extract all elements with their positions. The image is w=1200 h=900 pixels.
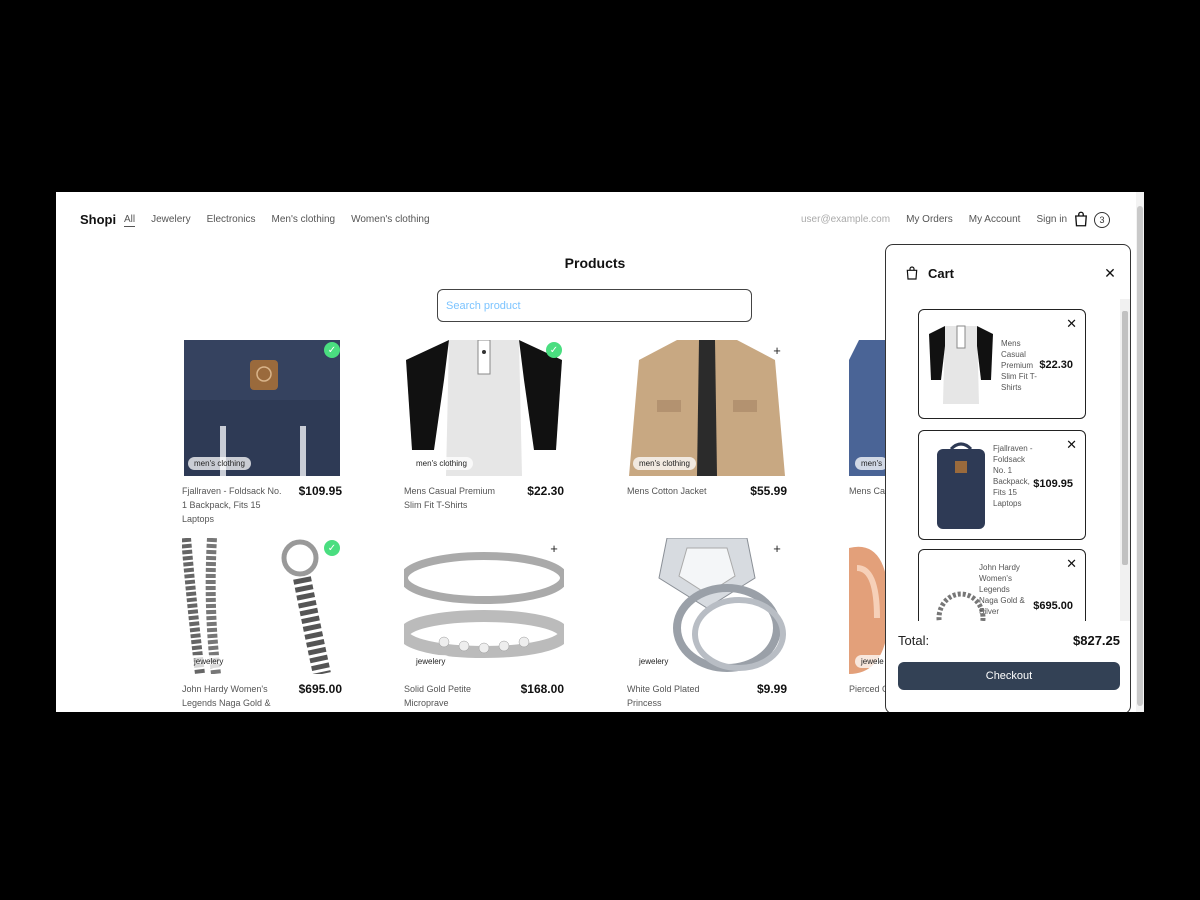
- cart-count-badge: 3: [1094, 212, 1110, 228]
- brand-logo[interactable]: Shopi: [80, 212, 116, 227]
- close-icon[interactable]: ✕: [1102, 265, 1118, 281]
- product-image: jewelery +: [627, 538, 787, 674]
- nav-category-jewelery[interactable]: Jewelery: [151, 214, 190, 227]
- product-image: jewelery ✓: [182, 538, 342, 674]
- product-image: jewelery +: [404, 538, 564, 674]
- product-price: $22.30: [527, 484, 564, 498]
- plus-icon[interactable]: +: [769, 540, 785, 556]
- product-card[interactable]: jewelery ✓ John Hardy Women's Legends Na…: [182, 538, 342, 710]
- product-image: men's clothing +: [627, 340, 787, 476]
- product-name: Mens Casual Premium Slim Fit T-Shirts: [404, 486, 496, 510]
- nav-category-womens-clothing[interactable]: Women's clothing: [351, 214, 429, 227]
- search-input[interactable]: [437, 289, 752, 322]
- product-image: men's clothing ✓: [404, 340, 564, 476]
- check-icon[interactable]: ✓: [324, 540, 340, 556]
- cart-item-name: John Hardy Women's Legends Naga Gold & S…: [979, 563, 1025, 616]
- category-badge: jewelery: [410, 655, 452, 668]
- shopping-bag-icon: [906, 266, 918, 280]
- cart-header: Cart: [904, 265, 954, 281]
- product-price: $9.99: [756, 682, 787, 696]
- user-email: user@example.com: [801, 214, 891, 225]
- product-price: $55.99: [750, 484, 787, 498]
- category-badge: men's clothing: [188, 457, 251, 470]
- product-price: $109.95: [298, 484, 342, 498]
- checkout-button[interactable]: Checkout: [898, 662, 1120, 690]
- plus-icon[interactable]: +: [769, 342, 785, 358]
- shopping-bag-icon[interactable]: [1072, 210, 1090, 228]
- cart-scrollbar[interactable]: [1120, 299, 1130, 621]
- cart-item: Mens Casual Premium Slim Fit T-Shirts $2…: [918, 309, 1086, 419]
- product-name: John Hardy Women's Legends Naga Gold &: [182, 684, 271, 708]
- cart-item-price: $695.00: [1033, 600, 1073, 612]
- product-card[interactable]: jewelery + White Gold Plated Princess $9…: [627, 538, 787, 710]
- product-price: $695.00: [298, 682, 342, 696]
- cart-panel: Cart ✕ Mens Casual Premium Slim Fit T-Sh…: [885, 244, 1131, 712]
- cart-item-image: [927, 439, 995, 531]
- cart-total: Total: $827.25: [898, 633, 1120, 648]
- page-scrollbar[interactable]: [1136, 192, 1144, 712]
- category-badge: men's clothing: [410, 457, 473, 470]
- cart-item-list: Mens Casual Premium Slim Fit T-Shirts $2…: [886, 299, 1122, 621]
- total-value: $827.25: [1073, 633, 1120, 648]
- plus-icon[interactable]: +: [546, 540, 562, 556]
- cart-item-price: $109.95: [1033, 478, 1073, 490]
- cart-item: Fjallraven - Foldsack No. 1 Backpack, Fi…: [918, 430, 1086, 540]
- category-badge: jewelery: [633, 655, 675, 668]
- product-image: men's clothing ✓: [182, 340, 342, 476]
- product-card[interactable]: jewelery + Solid Gold Petite Microprave …: [404, 538, 564, 710]
- product-price: $168.00: [520, 682, 564, 696]
- sign-in-link[interactable]: Sign in: [1036, 214, 1067, 225]
- product-name: Fjallraven - Foldsack No. 1 Backpack, Fi…: [182, 486, 282, 524]
- product-card[interactable]: men's clothing + Mens Cotton Jacket $55.…: [627, 340, 787, 498]
- product-name: Mens Cotton Jacket: [627, 486, 707, 496]
- cart-item-name: Fjallraven - Foldsack No. 1 Backpack, Fi…: [993, 444, 1033, 508]
- product-card[interactable]: men's clothing ✓ Fjallraven - Foldsack N…: [182, 340, 342, 526]
- product-name: White Gold Plated Princess: [627, 684, 700, 708]
- cart-item: John Hardy Women's Legends Naga Gold & S…: [918, 549, 1086, 621]
- cart-item-image: [927, 318, 995, 410]
- product-name: Solid Gold Petite Microprave: [404, 684, 472, 708]
- my-account-link[interactable]: My Account: [969, 214, 1021, 225]
- nav-category-all[interactable]: All: [124, 214, 136, 227]
- category-nav: All Jewelery Electronics Men's clothing …: [124, 214, 430, 227]
- my-orders-link[interactable]: My Orders: [906, 214, 953, 225]
- category-badge: men's: [855, 457, 889, 470]
- remove-item-icon[interactable]: ✕: [1066, 437, 1077, 453]
- nav-category-electronics[interactable]: Electronics: [207, 214, 256, 227]
- remove-item-icon[interactable]: ✕: [1066, 316, 1077, 332]
- category-badge: men's clothing: [633, 457, 696, 470]
- remove-item-icon[interactable]: ✕: [1066, 556, 1077, 572]
- check-icon[interactable]: ✓: [546, 342, 562, 358]
- browser-viewport: Shopi All Jewelery Electronics Men's clo…: [56, 192, 1144, 712]
- cart-item-price: $22.30: [1039, 359, 1073, 371]
- page-title: Products: [564, 255, 626, 271]
- check-icon[interactable]: ✓: [324, 342, 340, 358]
- navbar: Shopi All Jewelery Electronics Men's clo…: [56, 192, 1136, 248]
- nav-category-mens-clothing[interactable]: Men's clothing: [272, 214, 336, 227]
- category-badge: jewelery: [188, 655, 230, 668]
- cart-title: Cart: [928, 265, 955, 281]
- total-label: Total:: [898, 633, 930, 648]
- account-nav: user@example.com My Orders My Account Si…: [801, 214, 1067, 225]
- product-card[interactable]: men's clothing ✓ Mens Casual Premium Sli…: [404, 340, 564, 512]
